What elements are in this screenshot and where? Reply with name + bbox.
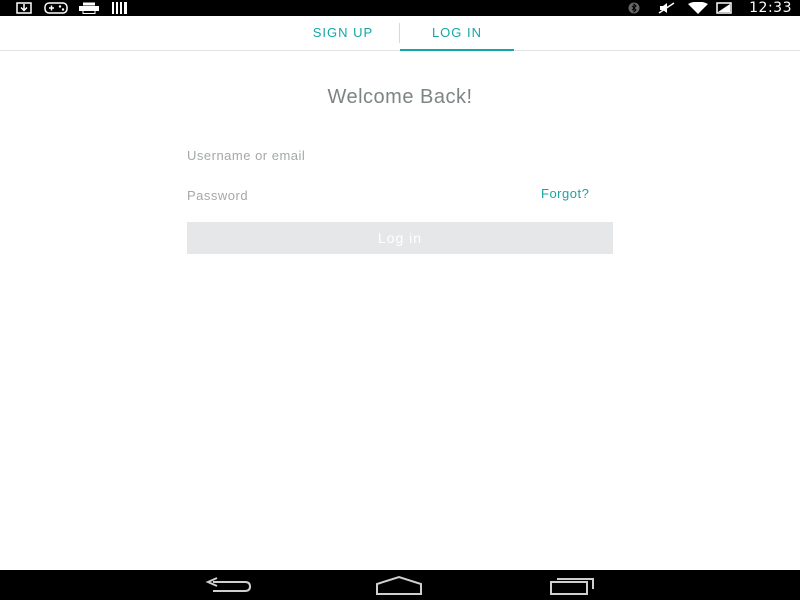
forgot-password-link[interactable]: Forgot? <box>541 186 589 201</box>
bluetooth-icon <box>628 2 640 14</box>
username-input[interactable] <box>186 143 615 167</box>
back-icon[interactable] <box>199 574 259 596</box>
download-icon <box>16 2 32 14</box>
battery-icon <box>716 2 732 14</box>
login-button[interactable]: Log in <box>187 222 613 254</box>
password-input[interactable] <box>186 183 528 207</box>
page-title: Welcome Back! <box>327 86 473 108</box>
printer-icon <box>79 2 99 14</box>
status-time: 12:33 <box>749 0 792 16</box>
app-screen: 12:33 SIGN UP LOG IN Welcome Back! Forgo… <box>0 0 800 600</box>
barcode-icon <box>112 2 127 14</box>
tab-log-in[interactable]: LOG IN <box>400 16 514 51</box>
recents-icon[interactable] <box>541 574 601 596</box>
wifi-icon <box>688 2 708 14</box>
tab-sign-up[interactable]: SIGN UP <box>288 16 398 50</box>
controller-icon <box>44 2 68 14</box>
home-icon[interactable] <box>369 574 429 596</box>
status-bar: 12:33 <box>0 0 800 16</box>
auth-tabbar: SIGN UP LOG IN <box>0 16 800 51</box>
mute-icon <box>658 2 675 14</box>
system-nav-bar <box>0 570 800 600</box>
